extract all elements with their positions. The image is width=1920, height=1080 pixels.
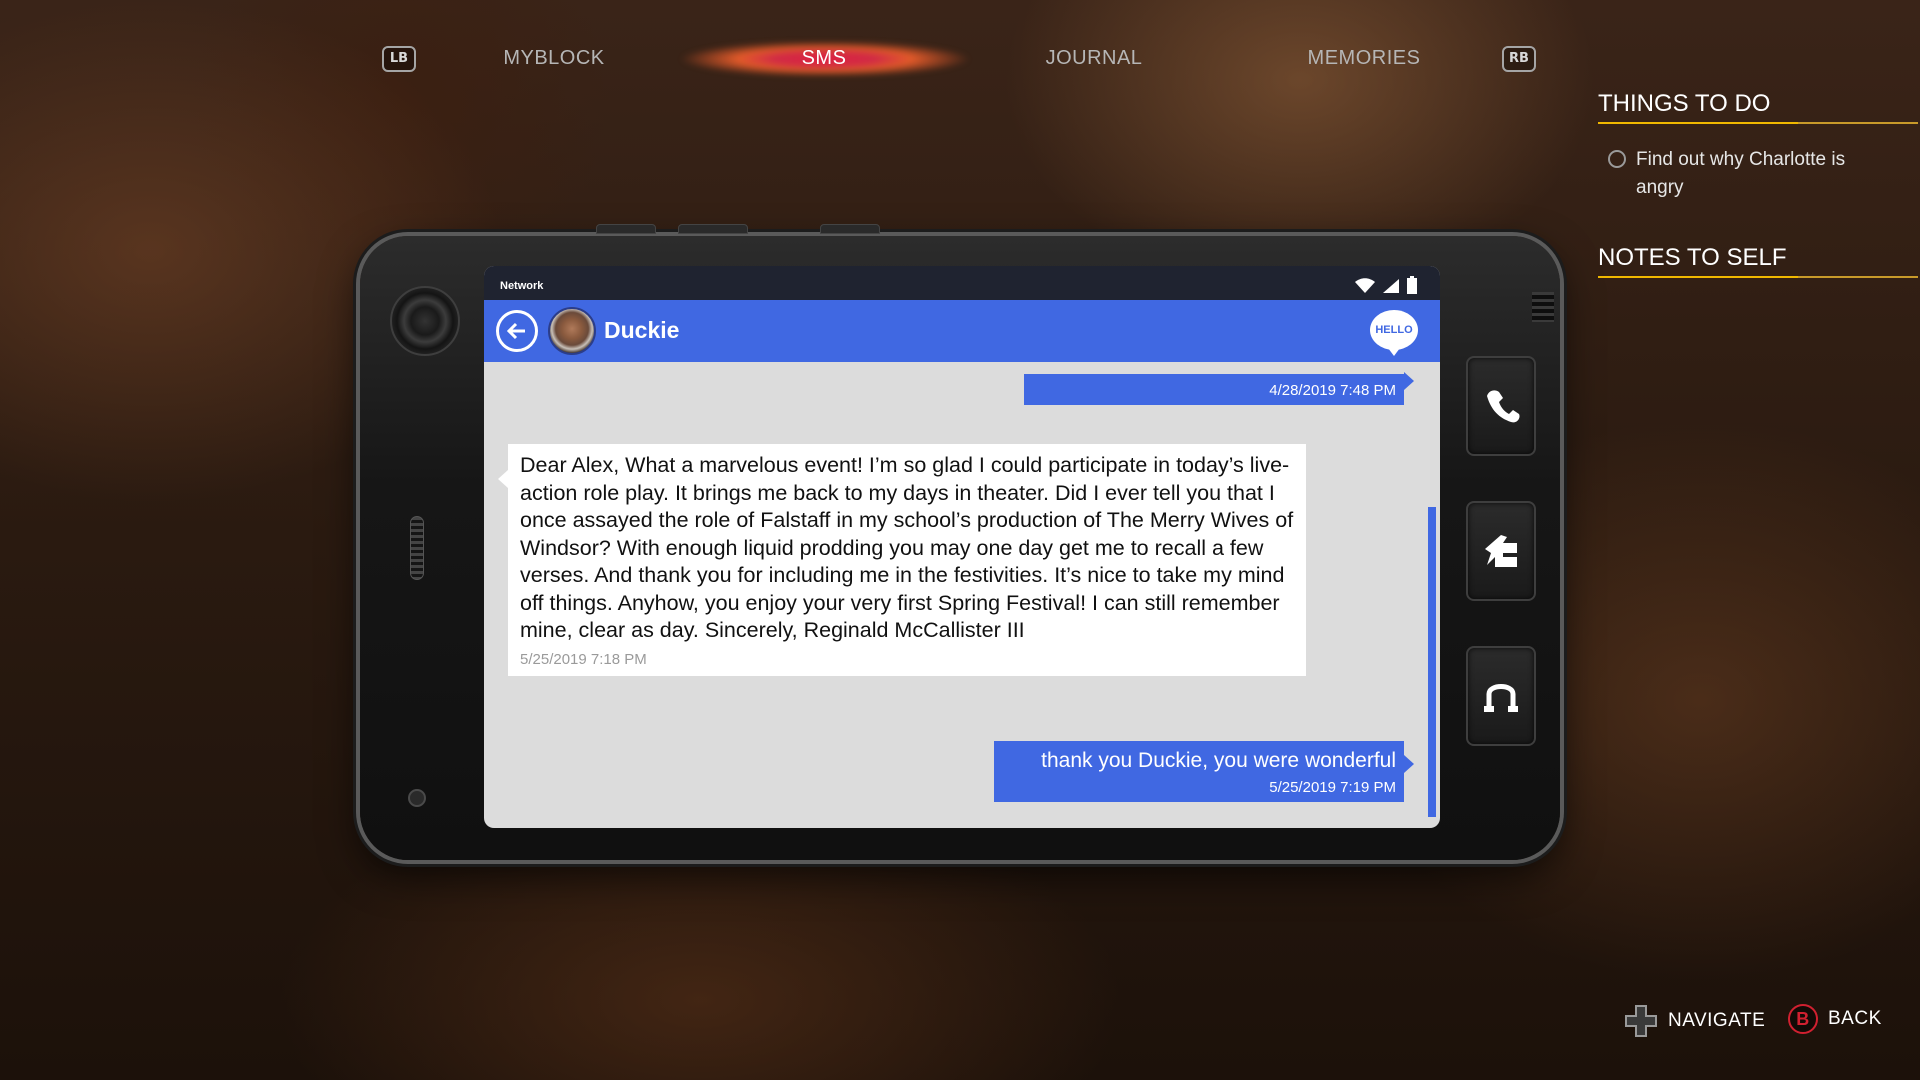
message-time: 5/25/2019 7:18 PM <box>520 650 647 668</box>
tab-memories[interactable]: MEMORIES <box>1234 40 1494 76</box>
phone-icon <box>1487 390 1520 423</box>
message-text: Dear Alex, What a marvelous event! I’m s… <box>520 453 1294 642</box>
phone-screen: Network Duckie HELLO 4/28/2019 7:48 PM D… <box>484 266 1440 828</box>
phone-top-button <box>678 224 748 234</box>
tab-myblock[interactable]: MYBLOCK <box>424 40 684 76</box>
rb-button[interactable]: RB <box>1502 46 1536 72</box>
message-outgoing: 4/28/2019 7:48 PM <box>1024 372 1414 405</box>
signal-icon <box>1383 279 1399 293</box>
phone-top-button <box>820 224 880 234</box>
wifi-icon <box>1355 278 1375 293</box>
navigate-label: NAVIGATE <box>1668 1010 1766 1031</box>
lb-button[interactable]: LB <box>382 46 416 72</box>
arrow-left-icon <box>506 322 525 340</box>
tab-journal[interactable]: JOURNAL <box>964 40 1224 76</box>
notes-to-self-title: NOTES TO SELF <box>1598 244 1918 278</box>
network-label: Network <box>500 280 544 292</box>
navigate-hint: NAVIGATE <box>1624 1004 1765 1038</box>
tab-bar: LB MYBLOCK SMS JOURNAL MEMORIES RB <box>0 40 1600 76</box>
back-label: BACK <box>1828 1008 1882 1029</box>
battery-icon <box>1407 276 1417 294</box>
message-time: 5/25/2019 7:19 PM <box>1269 779 1396 796</box>
scrollbar[interactable] <box>1428 507 1436 817</box>
back-button[interactable] <box>496 310 538 352</box>
message-incoming: Dear Alex, What a marvelous event! I’m s… <box>498 444 1306 676</box>
status-bar: Network <box>484 266 1440 300</box>
side-grille <box>1532 292 1554 322</box>
dpad-icon <box>1625 1005 1657 1037</box>
camera-lens <box>390 286 460 356</box>
objectives-panel: THINGS TO DO Find out why Charlotte is a… <box>1598 90 1920 278</box>
message-list[interactable]: 4/28/2019 7:48 PM Dear Alex, What a marv… <box>484 362 1440 828</box>
todo-text: Find out why Charlotte is angry <box>1636 149 1846 198</box>
b-button-icon: B <box>1788 1004 1818 1034</box>
message-outgoing: thank you Duckie, you were wonderful 5/2… <box>994 741 1414 802</box>
back-hint[interactable]: B BACK <box>1788 1004 1882 1034</box>
tab-sms[interactable]: SMS <box>694 40 954 76</box>
contact-name: Duckie <box>604 317 680 343</box>
hand-point-icon <box>1485 535 1517 567</box>
phone-top-button <box>596 224 656 234</box>
todo-item[interactable]: Find out why Charlotte is angry <box>1608 146 1920 202</box>
hello-badge[interactable]: HELLO <box>1370 310 1418 356</box>
speaker-grille <box>410 516 424 580</box>
conversation-header: Duckie HELLO <box>484 300 1440 362</box>
hanger-icon <box>1484 684 1518 712</box>
message-text: thank you Duckie, you were wonderful <box>1041 749 1396 772</box>
poke-button[interactable] <box>1466 501 1536 601</box>
message-time: 4/28/2019 7:48 PM <box>1269 382 1396 399</box>
sensor-dot <box>408 789 426 807</box>
todo-checkbox[interactable] <box>1608 150 1626 168</box>
things-to-do-title: THINGS TO DO <box>1598 90 1918 124</box>
avatar <box>548 307 596 355</box>
call-button[interactable] <box>1466 356 1536 456</box>
phone-device: Network Duckie HELLO 4/28/2019 7:48 PM D… <box>360 224 1560 860</box>
hang-up-button[interactable] <box>1466 646 1536 746</box>
